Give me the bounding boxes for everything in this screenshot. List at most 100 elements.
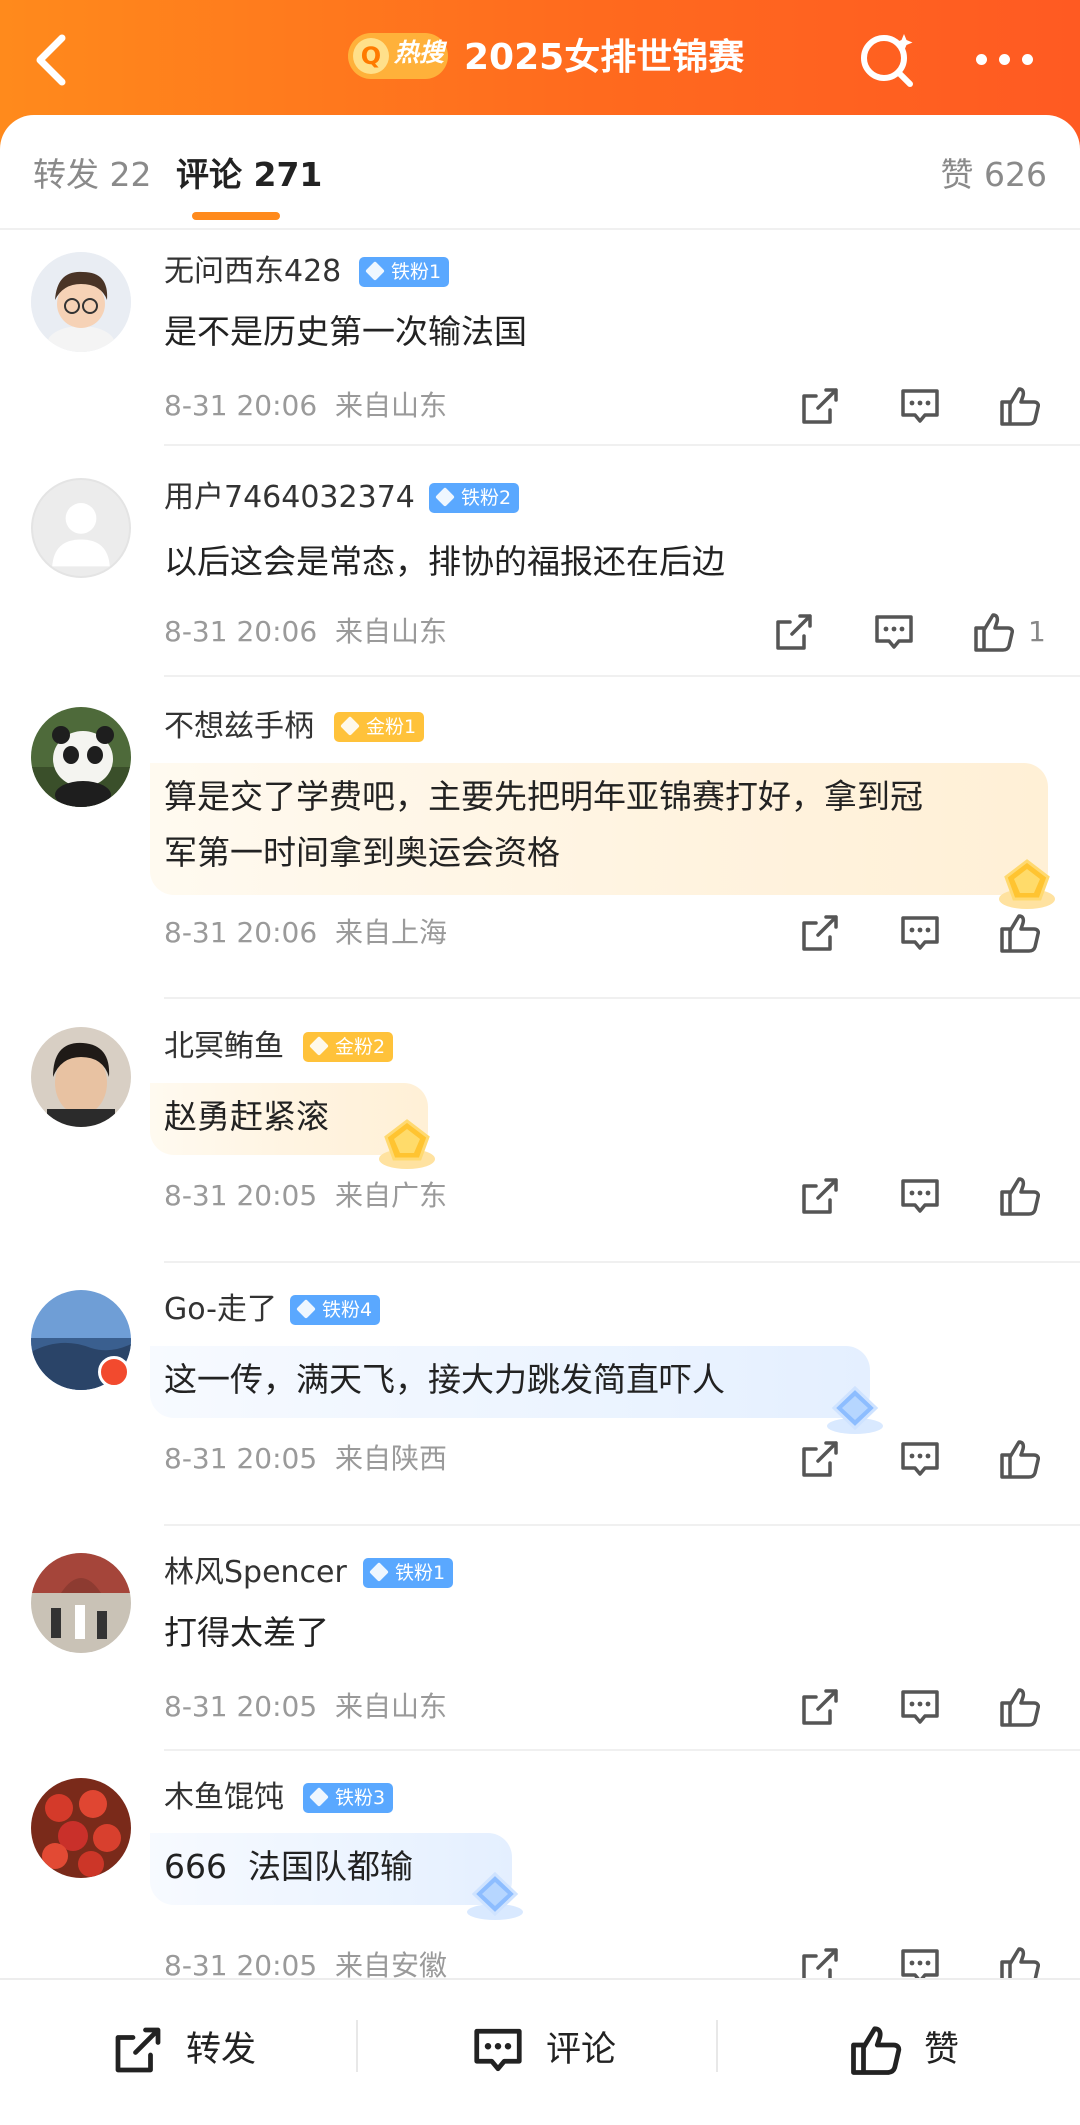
bottom-comment-button[interactable]: 评论 bbox=[468, 2020, 628, 2080]
tab-bar: 转发 22 评论 271 赞 626 bbox=[0, 115, 1080, 230]
more-button[interactable] bbox=[972, 38, 1038, 78]
share-button[interactable] bbox=[796, 1172, 844, 1220]
avatar-image bbox=[31, 1553, 131, 1653]
tab-like[interactable]: 赞 626 bbox=[941, 153, 1047, 197]
comment-icon bbox=[901, 389, 939, 423]
bottom-repost-label: 转发 bbox=[186, 2030, 257, 2070]
bottom-repost-button[interactable]: 转发 bbox=[108, 2020, 268, 2080]
more-dot bbox=[1022, 54, 1033, 65]
like-icon bbox=[851, 2026, 902, 2075]
divider bbox=[164, 1749, 1080, 1751]
comment-icon bbox=[875, 615, 913, 649]
reply-button[interactable] bbox=[896, 1435, 944, 1483]
reply-button[interactable] bbox=[896, 909, 944, 957]
comment-meta: 8-31 20:05 来自山东 bbox=[164, 1687, 447, 1727]
avatar-image bbox=[31, 707, 131, 807]
share-button[interactable] bbox=[796, 1683, 844, 1731]
share-icon bbox=[802, 1689, 838, 1725]
share-icon bbox=[802, 388, 838, 424]
avatar[interactable] bbox=[31, 1778, 131, 1878]
comment-location: 来自山东 bbox=[334, 1690, 447, 1723]
like-button[interactable] bbox=[970, 608, 1018, 656]
fan-badge: 铁粉1 bbox=[359, 257, 450, 287]
blue-gem-icon bbox=[467, 1871, 523, 1920]
avatar-image bbox=[31, 252, 131, 352]
comment-time: 8-31 20:06 bbox=[164, 916, 318, 949]
user-name[interactable]: 用户7464032374 bbox=[164, 478, 415, 518]
search-icon bbox=[861, 34, 913, 87]
avatar[interactable] bbox=[31, 478, 131, 578]
avatar-image bbox=[31, 1778, 131, 1878]
like-icon bbox=[1000, 1688, 1040, 1727]
comment-text: 以后这会是常态，排协的福报还在后边 bbox=[164, 542, 725, 581]
divider bbox=[164, 444, 1080, 446]
bottom-like-button[interactable]: 赞 bbox=[846, 2020, 986, 2080]
hot-search-badge[interactable]: Q 热搜 bbox=[348, 33, 448, 79]
comment-text: 赵勇赶紧滚 bbox=[164, 1097, 329, 1136]
comment-time: 8-31 20:05 bbox=[164, 1690, 318, 1723]
like-count: 1 bbox=[1028, 615, 1046, 648]
divider bbox=[716, 2020, 718, 2072]
comment-meta: 8-31 20:05 来自陕西 bbox=[164, 1439, 447, 1479]
back-button[interactable] bbox=[22, 18, 92, 102]
divider bbox=[356, 2020, 358, 2072]
divider bbox=[164, 997, 1080, 999]
comment-meta: 8-31 20:06 来自山东 bbox=[164, 386, 447, 426]
comment-location: 来自山东 bbox=[334, 389, 447, 422]
like-button[interactable] bbox=[996, 382, 1044, 430]
gold-gem-icon bbox=[379, 1119, 435, 1169]
comment-text: 这一传，满天飞，接大力跳发简直吓人 bbox=[164, 1360, 725, 1399]
user-name[interactable]: 北冥鲔鱼 bbox=[164, 1027, 284, 1067]
user-name[interactable]: 林风Spencer bbox=[164, 1553, 347, 1593]
tab-repost[interactable]: 转发 22 bbox=[33, 153, 151, 197]
share-button[interactable] bbox=[796, 909, 844, 957]
avatar[interactable] bbox=[31, 1027, 131, 1127]
bottom-action-bar: 转发 评论 赞 bbox=[0, 1978, 1080, 2125]
search-mini-icon: Q bbox=[353, 38, 389, 74]
like-icon bbox=[1000, 914, 1040, 953]
like-button[interactable] bbox=[996, 1172, 1044, 1220]
page-title: 2025女排世锦赛 bbox=[464, 37, 745, 78]
reply-button[interactable] bbox=[896, 1172, 944, 1220]
avatar[interactable] bbox=[31, 252, 131, 352]
tab-comment[interactable]: 评论 271 bbox=[176, 153, 322, 197]
blue-gem-icon bbox=[827, 1385, 883, 1434]
share-icon bbox=[115, 2027, 161, 2073]
reply-button[interactable] bbox=[896, 1683, 944, 1731]
like-button[interactable] bbox=[996, 909, 1044, 957]
avatar[interactable] bbox=[31, 1553, 131, 1653]
share-icon bbox=[802, 915, 838, 951]
back-arrow-icon bbox=[36, 34, 66, 86]
share-button[interactable] bbox=[770, 608, 818, 656]
like-button[interactable] bbox=[996, 1683, 1044, 1731]
comment-text: 打得太差了 bbox=[164, 1613, 329, 1652]
reply-button[interactable] bbox=[870, 608, 918, 656]
more-dot bbox=[999, 54, 1010, 65]
more-dots-icon bbox=[976, 54, 987, 65]
share-button[interactable] bbox=[796, 382, 844, 430]
comment-time: 8-31 20:05 bbox=[164, 1179, 318, 1212]
avatar[interactable] bbox=[31, 707, 131, 807]
avatar-image bbox=[31, 1027, 131, 1127]
user-name[interactable]: 无问西东428 bbox=[164, 252, 341, 292]
reply-button[interactable] bbox=[896, 382, 944, 430]
user-name[interactable]: 不想兹手柄 bbox=[164, 707, 314, 747]
share-icon bbox=[802, 1441, 838, 1477]
comment-location: 来自广东 bbox=[334, 1179, 447, 1212]
user-name[interactable]: Go-走了 bbox=[164, 1290, 277, 1330]
divider bbox=[164, 675, 1080, 677]
comment-icon bbox=[901, 1690, 939, 1724]
comment-meta: 8-31 20:06 来自山东 bbox=[164, 612, 447, 652]
share-button[interactable] bbox=[796, 1435, 844, 1483]
comment-time: 8-31 20:05 bbox=[164, 1442, 318, 1475]
like-icon bbox=[1000, 1177, 1040, 1216]
user-name[interactable]: 木鱼馄饨 bbox=[164, 1778, 284, 1818]
gold-gem-icon bbox=[999, 859, 1055, 909]
comment-text: 666 法国队都输 bbox=[164, 1847, 413, 1886]
like-button[interactable] bbox=[996, 1435, 1044, 1483]
search-button[interactable] bbox=[852, 24, 922, 94]
share-icon bbox=[776, 614, 812, 650]
share-icon bbox=[802, 1178, 838, 1214]
comment-time: 8-31 20:06 bbox=[164, 389, 318, 422]
fan-badge: 铁粉2 bbox=[429, 483, 520, 513]
